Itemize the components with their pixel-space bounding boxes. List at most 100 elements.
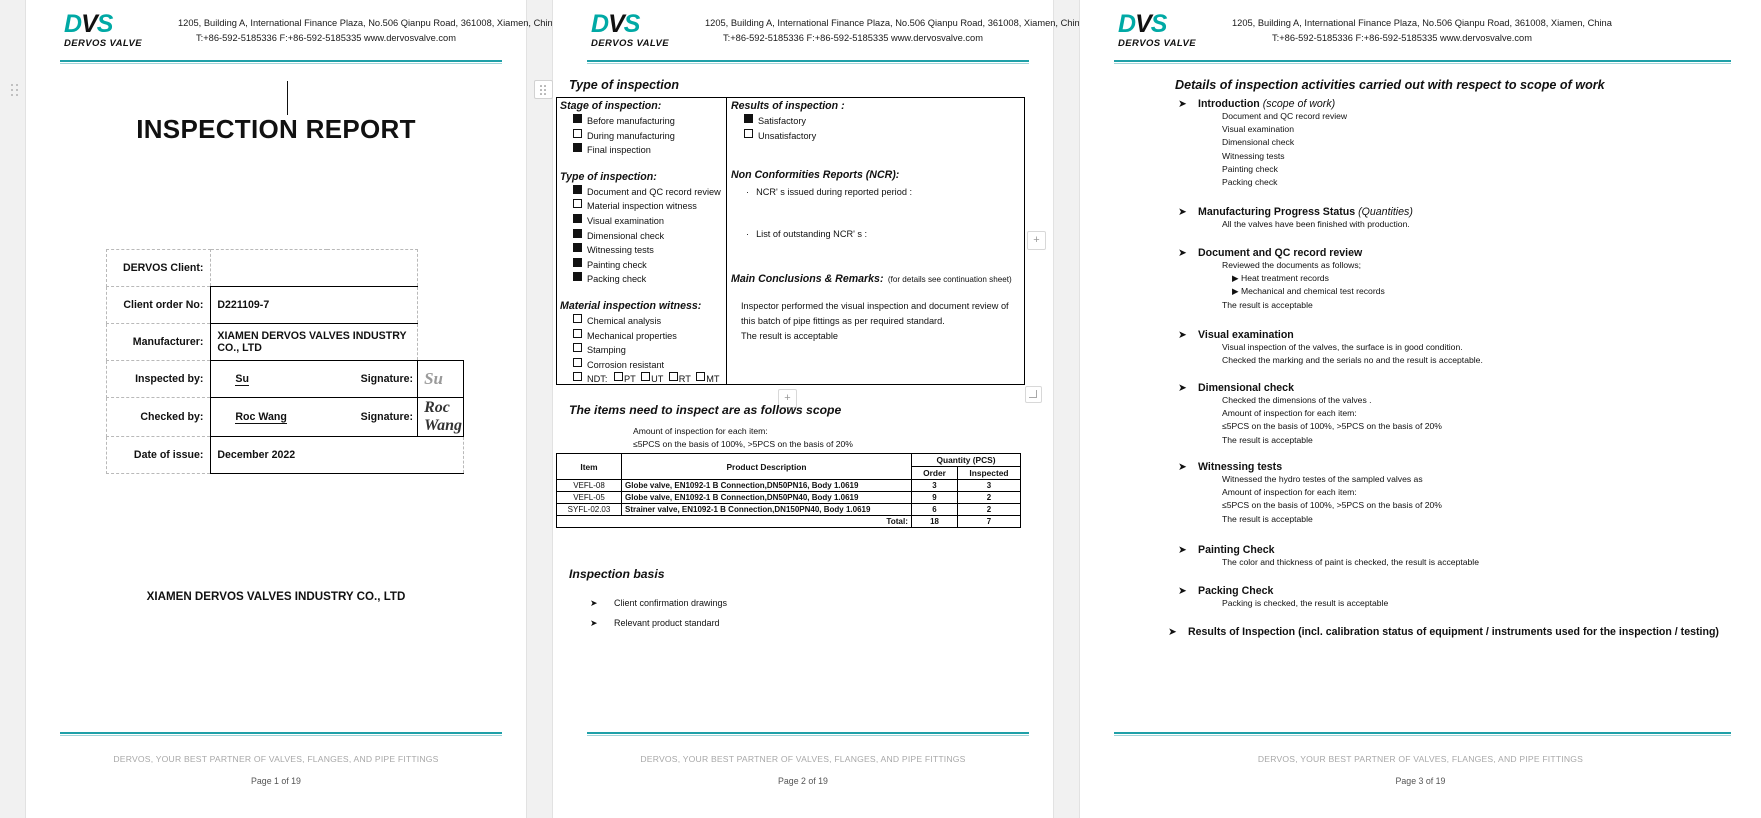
checkbox-icon[interactable] — [573, 243, 582, 253]
right-column: Results of inspection : Satisfactory Uns… — [731, 100, 1019, 344]
field-label-inspected-by: Inspected by: — [105, 360, 212, 398]
page1-footer: DERVOS, YOUR BEST PARTNER OF VALVES, FLA… — [26, 732, 526, 818]
th-item: Item — [556, 453, 622, 480]
field-value-date-of-issue[interactable]: December 2022 — [210, 436, 464, 474]
field-value-order-no[interactable]: D221109-7 — [210, 286, 419, 324]
page1-header: DVS DERVOS VALVE 1205, Building A, Inter… — [26, 0, 558, 64]
cell-item: SYFL-02.03 — [556, 503, 622, 516]
section-lines: Document and QC record review Visual exa… — [1222, 111, 1348, 188]
section-title: ➤ Dimensional check — [1178, 382, 1294, 394]
page-number: Page 2 of 19 — [778, 776, 828, 786]
section-manufacturing-progress: ➤ Manufacturing Progress Status (Quantiti… — [1178, 206, 1413, 231]
checkbox-icon-ut[interactable] — [641, 372, 651, 382]
conclusions-body: Inspector performed the visual inspectio… — [741, 301, 1009, 342]
table-row: Manufacturer: XIAMEN DERVOS VALVES INDUS… — [105, 323, 464, 361]
page3-footer: DERVOS, YOUR BEST PARTNER OF VALVES, FLA… — [1080, 732, 1761, 818]
checkbox-icon[interactable] — [744, 128, 753, 138]
section-title: ➤ Results of Inspection (incl. calibratio… — [1168, 626, 1719, 638]
add-column-button[interactable]: + — [1027, 231, 1046, 250]
section-visual-examination: ➤ Visual examination Visual inspection of… — [1178, 329, 1483, 367]
section-heading-type-of-inspection: Type of inspection — [569, 78, 679, 92]
checkbox-icon[interactable] — [573, 357, 582, 367]
checkbox-icon[interactable] — [573, 184, 582, 194]
page1-company-footer: XIAMEN DERVOS VALVES INDUSTRY CO., LTD — [146, 590, 406, 603]
checkbox-row: Painting check — [573, 257, 720, 273]
checkbox-icon[interactable] — [573, 128, 582, 138]
address-line-1: 1205, Building A, International Finance … — [178, 18, 558, 28]
checkbox-icon[interactable] — [573, 114, 582, 123]
header-rule-thin — [587, 63, 1029, 64]
checkbox-icon-mt[interactable] — [696, 372, 706, 382]
footer-tagline: DERVOS, YOUR BEST PARTNER OF VALVES, FLA… — [113, 754, 439, 764]
logo-mark: DVS — [64, 10, 113, 38]
section-lines: All the valves have been finished with p… — [1222, 219, 1410, 229]
checkbox-row: During manufacturing — [573, 128, 720, 144]
checkbox-icon[interactable] — [573, 199, 582, 209]
field-label-manufacturer: Manufacturer: — [105, 323, 212, 361]
dervos-logo: DVS DERVOS VALVE — [591, 12, 691, 56]
checkbox-icon[interactable] — [573, 328, 582, 338]
document-viewer: DVS DERVOS VALVE 1205, Building A, Inter… — [0, 0, 1761, 818]
field-value-manufacturer[interactable]: XIAMEN DERVOS VALVES INDUSTRY CO., LTD — [210, 323, 419, 361]
logo-name: DERVOS VALVE — [64, 38, 143, 49]
footer-rule — [1114, 732, 1731, 734]
ncr-line-1: · NCR' s issued during reported period : — [746, 187, 913, 198]
section-lines: Witnessed the hydro testes of the sample… — [1222, 474, 1442, 524]
inspection-basis-heading: Inspection basis — [569, 567, 665, 581]
gutter-1-2 — [526, 0, 553, 818]
cell-order: 3 — [911, 479, 958, 492]
checkbox-icon[interactable] — [573, 228, 582, 238]
ncr-title: Non Conformities Reports (NCR): — [731, 169, 900, 182]
checkbox-row: Mechanical properties — [573, 328, 720, 344]
logo-mark: DVS — [1118, 10, 1167, 38]
field-value-client[interactable] — [210, 249, 419, 287]
checkbox-icon[interactable] — [573, 313, 582, 323]
section-title: ➤ Manufacturing Progress Status (Quantiti… — [1178, 206, 1413, 218]
section-results-of-inspection: ➤ Results of Inspection (incl. calibratio… — [1168, 625, 1748, 640]
checkbox-icon[interactable] — [573, 272, 582, 282]
page3-header: DVS DERVOS VALVE 1205, Building A, Inter… — [1080, 0, 1761, 64]
logo-mark: DVS — [591, 10, 640, 38]
product-table: Item Product Description Quantity (PCS) … — [556, 453, 1022, 528]
checkbox-row: Unsatisfactory — [744, 128, 1019, 144]
checkbox-row: Corrosion resistant — [573, 357, 720, 373]
drag-handle-icon[interactable] — [9, 82, 24, 97]
checkbox-row: Packing check — [573, 272, 720, 287]
section-lines: Checked the dimensions of the valves . A… — [1222, 395, 1442, 445]
field-label-checked-by: Checked by: — [105, 397, 212, 437]
cell-product: Globe valve, EN1092-1 B Connection,DN50P… — [621, 479, 912, 492]
checkbox-icon[interactable] — [573, 372, 582, 382]
results-of-inspection-title: Results of inspection : — [731, 100, 845, 112]
checkbox-icon[interactable] — [573, 257, 582, 267]
section-title: ➤ Document and QC record review — [1178, 247, 1363, 259]
footer-rule-thin — [587, 735, 1029, 736]
section-title: ➤ Visual examination — [1178, 329, 1294, 341]
address-line-2: T:+86-592-5185336 F:+86-592-5185335 www.… — [723, 33, 983, 43]
checkbox-row: Satisfactory — [744, 114, 1019, 129]
page-number: Page 1 of 19 — [251, 776, 301, 786]
page-2: DVS DERVOS VALVE 1205, Building A, Inter… — [534, 0, 1085, 818]
section-title: ➤ Packing Check — [1178, 585, 1274, 597]
type-list: Document and QC record review Material i… — [560, 184, 721, 287]
section-drag-handle[interactable] — [534, 80, 553, 99]
inspection-basis-list: ➤ Client confirmation drawings ➤ Relevant … — [590, 593, 727, 633]
checkbox-icon[interactable] — [573, 213, 582, 223]
page-title: INSPECTION REPORT — [136, 114, 416, 144]
checkbox-icon[interactable] — [573, 343, 582, 353]
inspected-signature: Su — [417, 360, 464, 398]
section-witnessing-tests: ➤ Witnessing tests Witnessed the hydro te… — [1178, 461, 1442, 526]
checkbox-row: Witnessing tests — [573, 243, 720, 258]
footer-rule-thin — [60, 735, 502, 736]
field-label-order-no: Client order No: — [105, 286, 212, 324]
checkbox-icon-rt[interactable] — [668, 372, 678, 382]
inspected-by-name: Su — [235, 373, 249, 386]
checked-by-name: Roc Wang — [235, 411, 287, 424]
checkbox-icon[interactable] — [744, 114, 753, 123]
checkbox-icon-pt[interactable] — [613, 372, 623, 382]
checkbox-icon[interactable] — [573, 143, 582, 153]
client-info-table: DERVOS Client: Client order No: D221109-… — [105, 249, 464, 474]
footer-rule — [587, 732, 1029, 734]
company-address: 1205, Building A, International Finance … — [178, 16, 558, 46]
checkbox-row: Chemical analysis — [573, 313, 720, 329]
resize-handle[interactable] — [1025, 386, 1042, 403]
